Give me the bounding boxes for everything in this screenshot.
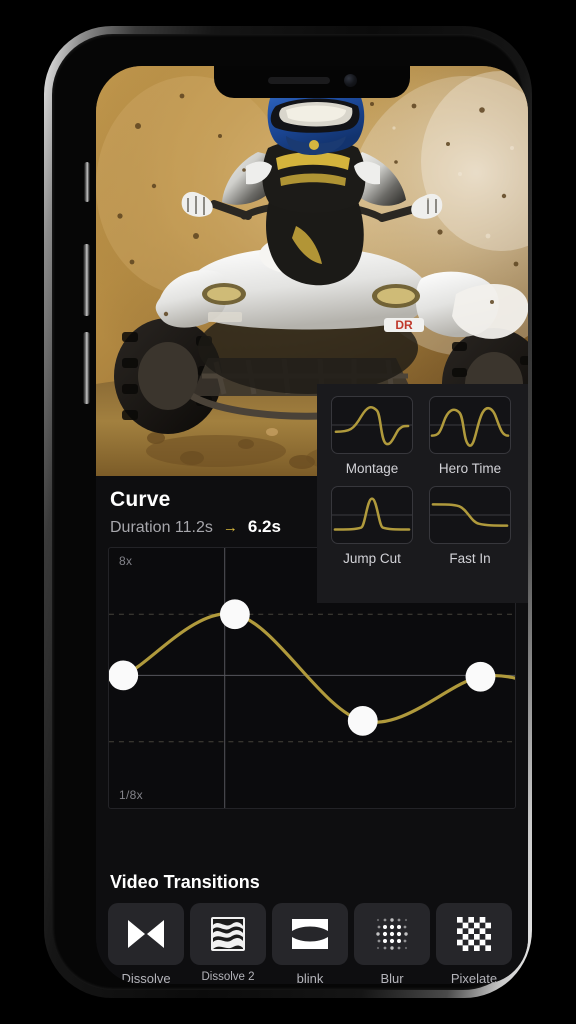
- curve-control-node-4[interactable]: [465, 661, 496, 692]
- preset-label: Hero Time: [438, 461, 502, 476]
- preset-grid[interactable]: Montage Hero Time Jump Cut Fast In: [331, 396, 528, 576]
- volume-down-button[interactable]: [83, 332, 90, 404]
- transitions-list[interactable]: Dissolve Dissolve 2 blink Blur Pixelate: [108, 903, 516, 984]
- phone-screen: DR Curve Duration 11.2s → 6.2s 8x 1/8x V…: [96, 66, 528, 984]
- preset-item-fast-in[interactable]: Fast In: [429, 486, 511, 566]
- preset-thumbnail[interactable]: [429, 486, 511, 544]
- preset-thumbnail[interactable]: [429, 396, 511, 454]
- preset-label: Fast In: [449, 551, 491, 566]
- preset-curve-icon: [332, 406, 412, 446]
- transition-item-pixelate[interactable]: Pixelate: [436, 903, 512, 984]
- transition-item-blur[interactable]: Blur: [354, 903, 430, 984]
- duration-new-value: 6.2s: [247, 517, 281, 536]
- preset-item-montage[interactable]: Montage: [331, 396, 413, 476]
- preset-curve-icon: [430, 407, 510, 447]
- preset-curve-icon: [430, 503, 510, 527]
- preset-label: Montage: [345, 461, 399, 476]
- silent-switch[interactable]: [84, 162, 90, 202]
- dissolve2-wave-icon: [211, 917, 245, 951]
- preset-thumbnail[interactable]: [331, 486, 413, 544]
- phone-device-frame: DR Curve Duration 11.2s → 6.2s 8x 1/8x V…: [44, 26, 532, 998]
- axis-label-max: 8x: [119, 554, 133, 568]
- transition-label: Dissolve 2: [201, 971, 255, 983]
- pixelate-checker-icon: [457, 917, 491, 951]
- speaker-grille-icon: [267, 76, 330, 84]
- transition-label: blink: [296, 971, 324, 984]
- blur-tile[interactable]: [354, 903, 430, 965]
- curve-control-node-3[interactable]: [347, 705, 378, 736]
- dissolve2-tile[interactable]: [190, 903, 266, 965]
- blur-dots-icon: [376, 918, 408, 950]
- preset-thumbnail[interactable]: [331, 396, 413, 454]
- front-camera-icon: [343, 73, 357, 87]
- preset-item-hero-time[interactable]: Hero Time: [429, 396, 511, 476]
- speed-curve-path[interactable]: [109, 612, 515, 724]
- transition-label: Dissolve: [121, 971, 171, 984]
- preset-label: Jump Cut: [343, 551, 401, 566]
- preset-curve-icon: [332, 497, 412, 531]
- volume-up-button[interactable]: [83, 244, 90, 316]
- section-title-transitions: Video Transitions: [110, 872, 260, 892]
- arrow-right-icon: →: [222, 519, 238, 536]
- duration-original-label: Duration 11.2s: [110, 519, 213, 536]
- pixelate-tile[interactable]: [436, 903, 512, 965]
- transition-label: Pixelate: [450, 971, 498, 984]
- dissolve-bowtie-icon: [128, 920, 164, 948]
- curve-control-node-1[interactable]: [109, 660, 139, 691]
- transition-item-blink[interactable]: blink: [272, 903, 348, 984]
- axis-label-min: 1/8x: [119, 788, 143, 802]
- transition-label: Blur: [380, 971, 404, 984]
- svg-text:DR: DR: [395, 318, 413, 332]
- preset-item-jump-cut[interactable]: Jump Cut: [331, 486, 413, 566]
- curve-preset-panel[interactable]: Montage Hero Time Jump Cut Fast In: [317, 384, 528, 603]
- blink-shutter-icon: [292, 919, 328, 949]
- dissolve-tile[interactable]: [108, 903, 184, 965]
- curve-control-node-2[interactable]: [219, 599, 250, 630]
- curve-node-group[interactable]: [109, 599, 496, 736]
- transition-item-dissolve-2[interactable]: Dissolve 2: [190, 903, 266, 984]
- transition-item-dissolve[interactable]: Dissolve: [108, 903, 184, 984]
- notch: [214, 66, 410, 98]
- video-transitions-section: Video Transitions Dissolve Dissolve 2 bl…: [96, 866, 528, 984]
- blink-tile[interactable]: [272, 903, 348, 965]
